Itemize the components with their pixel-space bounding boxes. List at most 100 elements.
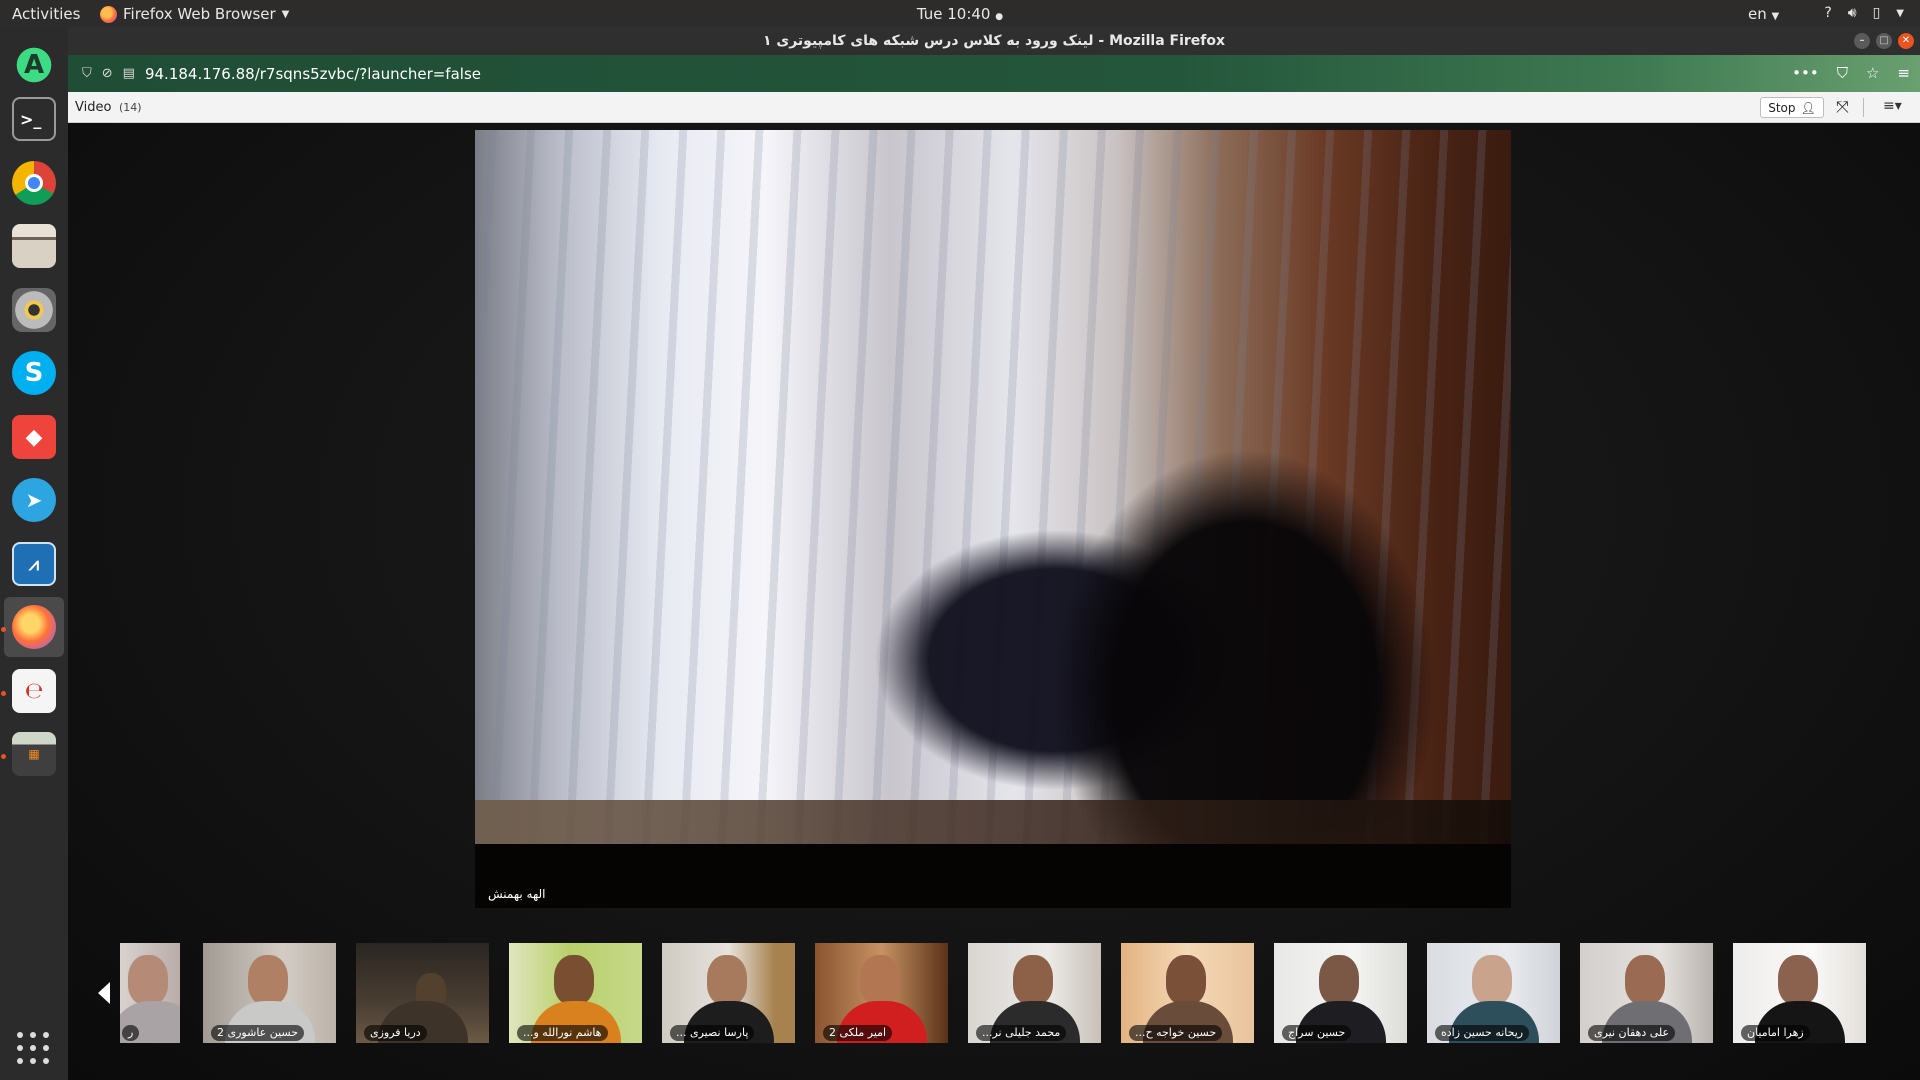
dock-item-android-studio[interactable]: A xyxy=(4,35,64,95)
dock: A >_ S ◆ ➤ ⩘ ℮ ▦ xyxy=(0,27,68,1080)
page-icon: ▤ xyxy=(122,66,135,81)
app-menu-label: Firefox Web Browser xyxy=(123,5,276,23)
dock-item-files[interactable] xyxy=(4,216,64,276)
anydesk-icon: ◆ xyxy=(12,415,56,459)
show-applications-icon[interactable] xyxy=(17,1032,49,1064)
thumbnail[interactable]: ر xyxy=(120,943,180,1043)
rhythmbox-icon xyxy=(12,288,56,332)
bookmark-star-icon[interactable]: ☆ xyxy=(1866,64,1879,82)
chevron-down-icon: ▼ xyxy=(1771,11,1780,22)
top-bar: Activities Firefox Web Browser ▼ Tue 10:… xyxy=(0,0,1920,27)
telegram-icon: ➤ xyxy=(12,478,56,522)
maximize-icon[interactable]: □ xyxy=(1876,33,1892,49)
main-video[interactable]: الهه بهمنش xyxy=(475,130,1511,908)
window-title: لینک ورود به کلاس درس شبکه های کامپیوتری… xyxy=(762,33,1226,49)
thumbnail-name: محمد جلیلی نر... xyxy=(976,1025,1067,1041)
thumbnail[interactable]: علی دهقان نیری xyxy=(1580,943,1713,1043)
calculator-icon: ▦ xyxy=(12,732,56,776)
dock-item-terminal[interactable]: >_ xyxy=(4,89,64,149)
running-indicator-icon xyxy=(1,754,6,759)
close-icon[interactable]: ✕ xyxy=(1898,33,1914,49)
video-stage: الهه بهمنش ر حسین عاشوری 2 دریا فروزی ها… xyxy=(68,123,1920,1080)
thumbnail[interactable]: هاشم نورالله و... xyxy=(509,943,642,1043)
participant-count: (14) xyxy=(119,101,142,114)
thumbnail[interactable]: حسین خواجه ح... xyxy=(1121,943,1254,1043)
minimize-icon[interactable]: – xyxy=(1854,33,1870,49)
terminal-icon: >_ xyxy=(12,97,56,141)
system-tray[interactable]: ? 🔊︎ ▯ ▼ xyxy=(1824,5,1904,21)
dock-item-calculator[interactable]: ▦ xyxy=(4,724,64,784)
thumbnail[interactable]: زهرا امامیان xyxy=(1733,943,1866,1043)
running-indicator-icon xyxy=(1,627,6,632)
stop-button-label: Stop xyxy=(1768,100,1796,115)
chrome-icon xyxy=(12,161,56,205)
system-menu-icon[interactable]: ▼ xyxy=(1896,8,1904,19)
firefox-icon xyxy=(12,605,56,649)
thumbnail-name: حسین عاشوری 2 xyxy=(211,1025,305,1041)
firefox-icon xyxy=(100,5,117,23)
thumbnail-name: زهرا امامیان xyxy=(1741,1025,1810,1041)
thumbnail[interactable]: ریحانه حسین زاده xyxy=(1427,943,1560,1043)
thumbnail-name: امیر ملکی 2 xyxy=(823,1025,893,1041)
pod-options-icon[interactable]: ≡▾ xyxy=(1883,98,1902,114)
video-feed-floor xyxy=(475,800,1511,844)
filmstrip-prev-icon[interactable] xyxy=(98,982,110,1004)
dock-item-firefox[interactable] xyxy=(4,597,64,657)
thumbnail-name: هاشم نورالله و... xyxy=(517,1025,608,1041)
thumbnail[interactable]: حسین عاشوری 2 xyxy=(203,943,336,1043)
thumbnail-name: حسین خواجه ح... xyxy=(1129,1025,1223,1041)
notification-dot-icon: ● xyxy=(995,12,1004,22)
android-studio-icon: A xyxy=(12,43,56,87)
clock-label[interactable]: Tue 10:40 xyxy=(917,5,991,23)
system-monitor-icon: ⩘ xyxy=(12,542,56,586)
fullscreen-icon[interactable]: ⤧ xyxy=(1836,97,1849,117)
dock-item-skype[interactable]: S xyxy=(4,343,64,403)
dock-item-anydesk[interactable]: ◆ xyxy=(4,407,64,467)
insecure-connection-icon[interactable]: ⊘ xyxy=(102,66,113,81)
thumbnail[interactable]: محمد جلیلی نر... xyxy=(968,943,1101,1043)
page-actions-icon[interactable]: ••• xyxy=(1792,64,1819,82)
document-viewer-icon: ℮ xyxy=(12,669,56,713)
thumbnail-name: پارسا نصیری ... xyxy=(670,1025,755,1041)
video-pod-header: Video (14) Stop 👤︎ ⤧ ≡▾ xyxy=(68,92,1920,123)
chevron-down-icon: ▼ xyxy=(281,8,290,20)
main-video-name: الهه بهمنش xyxy=(488,887,546,901)
thumbnail-name: علی دهقان نیری xyxy=(1588,1025,1676,1041)
video-feed xyxy=(475,130,1511,844)
dock-item-chrome[interactable] xyxy=(4,153,64,213)
battery-icon[interactable]: ▯ xyxy=(1873,5,1881,21)
dock-item-document-viewer[interactable]: ℮ xyxy=(4,661,64,721)
pocket-icon[interactable]: ⛉ xyxy=(1837,64,1848,82)
stop-button[interactable]: Stop 👤︎ xyxy=(1760,97,1824,118)
files-icon xyxy=(12,224,56,268)
pod-title: Video xyxy=(75,100,112,115)
thumbnail[interactable]: پارسا نصیری ... xyxy=(662,943,795,1043)
dock-item-telegram[interactable]: ➤ xyxy=(4,470,64,530)
keyboard-layout[interactable]: en ▼ xyxy=(1748,5,1779,23)
thumbnail-name: دریا فروزی xyxy=(364,1025,427,1041)
thumbnail[interactable]: امیر ملکی 2 xyxy=(815,943,948,1043)
window-titlebar[interactable]: لینک ورود به کلاس درس شبکه های کامپیوتری… xyxy=(68,27,1920,55)
url-bar[interactable]: ⛉ ⊘ ▤ 94.184.176.88/r7sqns5zvbc/?launche… xyxy=(74,60,1794,87)
dock-item-system-monitor[interactable]: ⩘ xyxy=(4,534,64,594)
url-text[interactable]: 94.184.176.88/r7sqns5zvbc/?launcher=fals… xyxy=(145,65,481,83)
navigation-bar: ⛉ ⊘ ▤ 94.184.176.88/r7sqns5zvbc/?launche… xyxy=(68,55,1920,92)
keyboard-layout-label: en xyxy=(1748,5,1767,23)
user-icon: 👤︎ xyxy=(1800,100,1816,115)
thumbnail[interactable]: حسین سراج xyxy=(1274,943,1407,1043)
activities-button[interactable]: Activities xyxy=(12,5,80,23)
dock-item-rhythmbox[interactable] xyxy=(4,280,64,340)
nav-actions: ••• ⛉ ☆ ≡ xyxy=(1792,64,1910,82)
skype-icon: S xyxy=(12,351,56,395)
volume-icon[interactable]: 🔊︎ xyxy=(1848,5,1857,21)
app-menu[interactable]: Firefox Web Browser ▼ xyxy=(100,5,289,23)
divider xyxy=(1863,98,1864,117)
tracking-protection-icon[interactable]: ⛉ xyxy=(82,66,92,81)
hamburger-menu-icon[interactable]: ≡ xyxy=(1897,64,1910,82)
thumbnail[interactable]: دریا فروزی xyxy=(356,943,489,1043)
thumbnail-name: ر xyxy=(122,1025,140,1041)
help-icon[interactable]: ? xyxy=(1824,5,1831,21)
window-controls: – □ ✕ xyxy=(1854,33,1914,49)
thumbnail-name: حسین سراج xyxy=(1282,1025,1352,1041)
running-indicator-icon xyxy=(1,691,6,696)
